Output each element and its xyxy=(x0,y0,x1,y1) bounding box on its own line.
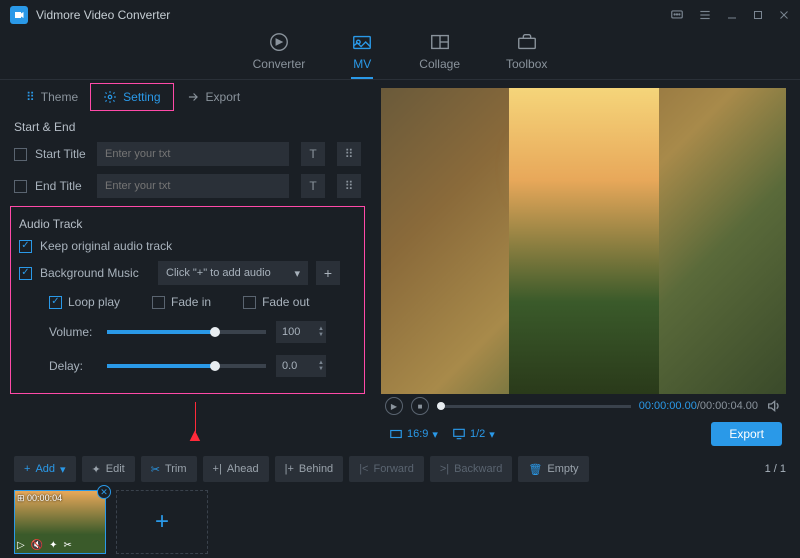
forward-icon: |< xyxy=(359,463,368,475)
stop-button[interactable]: ■ xyxy=(411,397,429,415)
chevron-down-icon: ▾ xyxy=(294,267,300,280)
delay-value[interactable]: 0.0 ▲▼ xyxy=(276,355,326,377)
delay-slider[interactable] xyxy=(107,364,266,368)
feedback-icon[interactable] xyxy=(670,8,684,22)
start-title-grid[interactable]: ⠿ xyxy=(337,142,361,166)
clip-duration: ⊞ 00:00:04 xyxy=(17,493,62,504)
volume-icon[interactable] xyxy=(766,398,782,414)
trash-icon: 🗑 xyxy=(528,463,542,476)
clip-thumbnail[interactable]: ✕ ⊞ 00:00:04 ▷ 🔇 ✦ ✂ xyxy=(14,490,106,554)
tab-converter[interactable]: Converter xyxy=(253,31,306,79)
tab-collage[interactable]: Collage xyxy=(419,31,460,79)
backward-button[interactable]: >|Backward xyxy=(430,456,513,482)
mv-icon xyxy=(351,31,373,53)
behind-button[interactable]: |+Behind xyxy=(275,456,344,482)
trim-button[interactable]: ✂Trim xyxy=(141,456,197,482)
remove-clip-button[interactable]: ✕ xyxy=(97,485,111,499)
start-title-input[interactable] xyxy=(97,142,289,166)
app-logo xyxy=(10,6,28,24)
add-audio-button[interactable]: + xyxy=(316,261,340,285)
tab-mv[interactable]: MV xyxy=(351,31,373,79)
fade-in-label: Fade in xyxy=(171,295,211,309)
scissors-icon: ✂ xyxy=(151,463,160,476)
tab-setting[interactable]: Setting xyxy=(90,83,173,111)
toolbox-icon xyxy=(516,31,538,53)
maximize-icon[interactable] xyxy=(752,9,764,21)
forward-button[interactable]: |<Forward xyxy=(349,456,424,482)
collage-icon xyxy=(429,31,451,53)
tab-toolbox[interactable]: Toolbox xyxy=(506,31,547,79)
tab-export[interactable]: Export xyxy=(174,84,253,110)
progress-bar[interactable] xyxy=(437,405,631,408)
keep-original-checkbox[interactable] xyxy=(19,240,32,253)
page-indicator: 1 / 1 xyxy=(765,463,786,475)
end-title-checkbox[interactable] xyxy=(14,180,27,193)
loop-checkbox[interactable] xyxy=(49,296,62,309)
aspect-dropdown[interactable]: 16:9 ▾ xyxy=(385,425,442,443)
chevron-down-icon: ▾ xyxy=(60,463,66,476)
bg-music-dropdown[interactable]: Click "+" to add audio ▾ xyxy=(158,261,308,285)
audio-track-section: Audio Track Keep original audio track Ba… xyxy=(10,206,365,394)
add-button[interactable]: +Add▾ xyxy=(14,456,76,482)
gear-icon xyxy=(103,90,117,104)
fade-out-label: Fade out xyxy=(262,295,309,309)
volume-label: Volume: xyxy=(49,325,97,339)
behind-icon: |+ xyxy=(285,463,294,475)
play-button[interactable]: ▶ xyxy=(385,397,403,415)
chevron-down-icon: ▾ xyxy=(489,428,495,441)
start-end-heading: Start & End xyxy=(0,114,375,138)
end-title-text-style[interactable]: T xyxy=(301,174,325,198)
converter-icon xyxy=(268,31,290,53)
mute-icon[interactable]: 🔇 xyxy=(31,540,43,551)
scale-dropdown[interactable]: 1/2 ▾ xyxy=(448,425,499,443)
keep-original-label: Keep original audio track xyxy=(40,239,172,253)
start-title-label: Start Title xyxy=(35,147,89,161)
monitor-icon xyxy=(452,427,466,441)
trim-icon[interactable]: ✂ xyxy=(64,540,72,551)
edit-button[interactable]: ✦Edit xyxy=(82,456,135,482)
end-title-input[interactable] xyxy=(97,174,289,198)
delay-label: Delay: xyxy=(49,359,97,373)
end-title-label: End Title xyxy=(35,179,89,193)
empty-button[interactable]: 🗑Empty xyxy=(518,456,588,482)
close-icon[interactable] xyxy=(778,9,790,21)
start-title-checkbox[interactable] xyxy=(14,148,27,161)
bg-music-label: Background Music xyxy=(40,266,150,280)
export-button[interactable]: Export xyxy=(711,422,782,446)
fade-out-checkbox[interactable] xyxy=(243,296,256,309)
ahead-button[interactable]: +|Ahead xyxy=(203,456,269,482)
plus-icon: + xyxy=(24,463,30,475)
app-title: Vidmore Video Converter xyxy=(36,8,670,22)
tab-theme[interactable]: ⠿ Theme xyxy=(14,84,90,110)
minimize-icon[interactable] xyxy=(726,9,738,21)
bg-music-checkbox[interactable] xyxy=(19,267,32,280)
export-icon xyxy=(186,90,200,104)
backward-icon: >| xyxy=(440,463,449,475)
ahead-icon: +| xyxy=(213,463,222,475)
end-title-grid[interactable]: ⠿ xyxy=(337,174,361,198)
fade-in-checkbox[interactable] xyxy=(152,296,165,309)
volume-slider[interactable] xyxy=(107,330,266,334)
add-clip-button[interactable]: + xyxy=(116,490,208,554)
edit-icon: ✦ xyxy=(92,463,101,476)
video-preview xyxy=(381,88,786,394)
effects-icon[interactable]: ✦ xyxy=(49,540,57,551)
menu-icon[interactable] xyxy=(698,8,712,22)
play-icon[interactable]: ▷ xyxy=(17,540,25,551)
loop-label: Loop play xyxy=(68,295,120,309)
chevron-down-icon: ▾ xyxy=(432,428,438,441)
annotation-arrow-head: ▲ xyxy=(186,425,204,446)
audio-heading: Audio Track xyxy=(15,211,360,235)
annotation-arrow xyxy=(195,402,196,432)
theme-icon: ⠿ xyxy=(26,90,35,104)
start-title-text-style[interactable]: T xyxy=(301,142,325,166)
aspect-icon xyxy=(389,427,403,441)
time-display: 00:00:00.00/00:00:04.00 xyxy=(639,400,758,412)
volume-value[interactable]: 100 ▲▼ xyxy=(276,321,326,343)
